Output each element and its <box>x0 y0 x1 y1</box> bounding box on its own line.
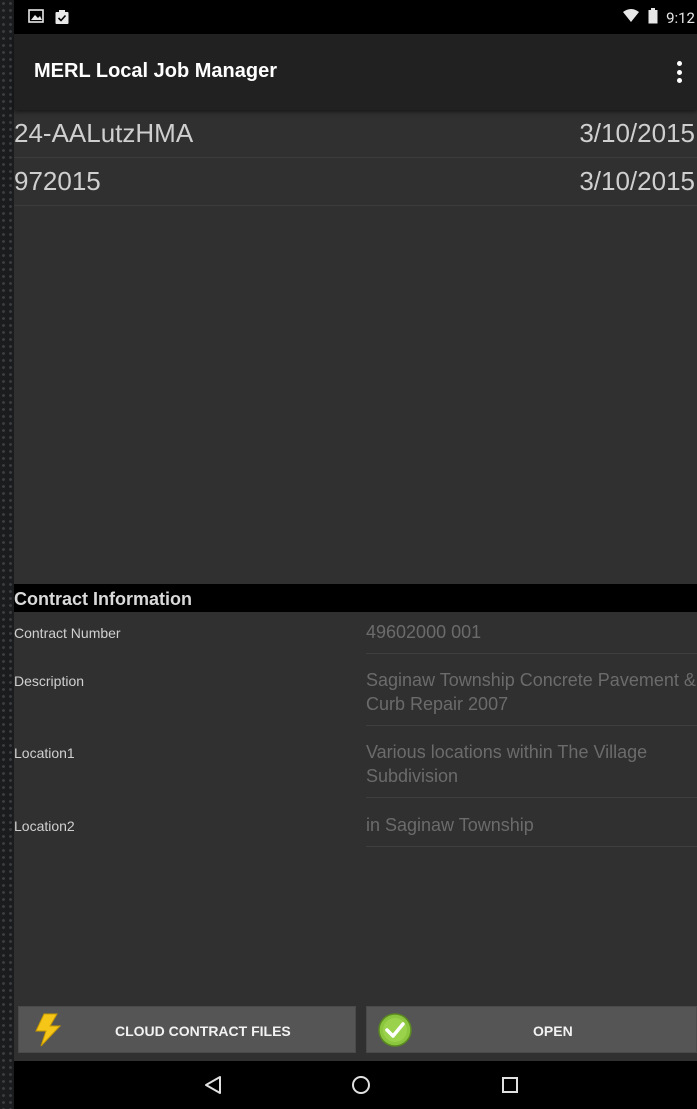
description-value: Saginaw Township Concrete Pavement & Cur… <box>366 668 697 726</box>
job-date: 3/10/2015 <box>579 166 695 196</box>
recents-icon[interactable] <box>500 1075 520 1099</box>
action-bar: MERL Local Job Manager <box>14 34 697 110</box>
contract-number-label: Contract Number <box>14 625 121 641</box>
status-bar: 9:12 <box>14 0 697 34</box>
battery-icon <box>648 8 658 28</box>
back-icon[interactable] <box>203 1075 223 1099</box>
job-name: 972015 <box>14 166 101 196</box>
location1-label: Location1 <box>14 745 75 761</box>
app-screen: 9:12 MERL Local Job Manager 24-AALutzHMA… <box>14 0 697 1109</box>
overflow-menu-icon[interactable] <box>669 58 689 86</box>
location2-label: Location2 <box>14 818 75 834</box>
green-check-icon <box>377 1012 413 1051</box>
cloud-contract-files-button[interactable]: CLOUD CONTRACT FILES <box>18 1006 356 1053</box>
device-bezel-texture <box>0 0 14 1109</box>
wifi-icon <box>622 9 640 27</box>
app-title: MERL Local Job Manager <box>34 60 278 82</box>
open-button[interactable]: OPEN <box>366 1006 697 1053</box>
cloud-contract-files-label: CLOUD CONTRACT FILES <box>115 1023 291 1039</box>
lightning-bolt-icon <box>33 1013 63 1050</box>
job-row[interactable]: 24-AALutzHMA 3/10/2015 <box>14 110 697 158</box>
location2-value: in Saginaw Township <box>366 813 697 847</box>
job-name: 24-AALutzHMA <box>14 118 194 148</box>
contract-info-header: Contract Information <box>14 584 697 612</box>
navigation-bar <box>14 1061 697 1109</box>
image-icon <box>28 9 44 29</box>
status-time: 9:12 <box>666 9 695 27</box>
job-row[interactable]: 972015 3/10/2015 <box>14 158 697 206</box>
contract-number-value: 49602000 001 <box>366 620 697 654</box>
job-list: 24-AALutzHMA 3/10/2015 972015 3/10/2015 <box>14 110 697 206</box>
job-date: 3/10/2015 <box>579 118 695 148</box>
home-icon[interactable] <box>351 1075 371 1099</box>
location1-value: Various locations within The Village Sub… <box>366 740 697 798</box>
open-label: OPEN <box>533 1023 573 1039</box>
description-label: Description <box>14 673 85 689</box>
clipboard-icon <box>54 9 70 29</box>
